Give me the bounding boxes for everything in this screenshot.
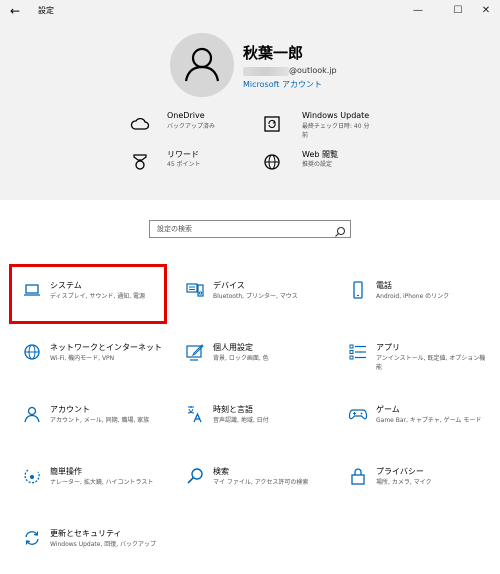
devices-icon [185,280,205,300]
apps-list-icon [348,342,368,362]
category-search[interactable]: 検索 マイ ファイル, アクセス許可の検索 [175,452,325,502]
category-update-security[interactable]: 更新とセキュリティ Windows Update, 回復, バックアップ [12,514,162,564]
category-desc: アカウント, メール, 同期, 職場, 家族 [50,417,150,424]
category-label: 簡単操作 [50,467,82,476]
category-label: プライバシー [376,467,424,476]
medal-icon [130,152,150,172]
maximize-button[interactable]: ☐ [450,3,466,19]
user-name: 秋葉一郎 [243,44,304,62]
time-language-icon [185,404,205,424]
highlight-frame [9,264,167,324]
settings-search-box[interactable]: 設定の検索 [149,220,351,238]
ease-of-access-icon [22,466,42,486]
search-icon [185,466,205,486]
avatar[interactable] [170,33,234,97]
microsoft-account-link[interactable]: Microsoft アカウント [243,79,322,90]
window-title: 設定 [38,6,54,15]
category-label: ネットワークとインターネット [50,343,162,352]
category-label: ゲーム [376,405,400,414]
category-apps[interactable]: アプリ アンインストール, 既定値, オプション機能 [338,328,488,378]
category-label: アプリ [376,343,400,352]
web-browsing-status: 推奨の設定 [302,161,333,168]
category-devices[interactable]: デバイス Bluetooth, プリンター, マウス [175,266,325,316]
category-desc: Game Bar, キャプチャ, ゲーム モード [376,417,482,424]
close-button[interactable]: ✕ [478,3,494,19]
personalize-icon [185,342,205,362]
lock-icon [348,466,368,486]
category-network[interactable]: ネットワークとインターネット Wi-Fi, 機内モード, VPN [12,328,162,378]
category-desc: 場所, カメラ, マイク [376,479,432,486]
gamepad-icon [348,404,368,424]
cloud-icon [130,114,150,134]
web-browsing-label[interactable]: Web 閲覧 [302,149,338,160]
category-label: 検索 [213,467,229,476]
category-desc: アンインストール, 既定値, オプション機能 [376,355,486,371]
minimize-button[interactable]: — [410,3,426,19]
category-label: 個人用設定 [213,343,253,352]
category-gaming[interactable]: ゲーム Game Bar, キャプチャ, ゲーム モード [338,390,488,440]
category-desc: 音声認識, 地域, 日付 [213,417,269,424]
onedrive-label[interactable]: OneDrive [167,111,205,120]
windows-update-label[interactable]: Windows Update [302,111,369,120]
magnifier-icon[interactable] [334,223,346,237]
category-label: アカウント [50,405,90,414]
sync-icon [22,528,42,548]
account-icon [22,404,42,424]
category-label: 電話 [376,281,392,290]
search-placeholder: 設定の検索 [157,225,192,233]
rewards-label[interactable]: リワード [167,149,199,160]
email-domain: @outlook.jp [289,66,337,75]
onedrive-status: バックアップ済み [167,123,216,130]
category-desc: Wi-Fi, 機内モード, VPN [50,355,115,362]
rewards-points: 45 ポイント [167,161,201,168]
email-blurred [243,67,289,76]
globe-icon [262,152,282,172]
category-ease-of-access[interactable]: 簡単操作 ナレーター, 拡大鏡, ハイコントラスト [12,452,162,502]
category-privacy[interactable]: プライバシー 場所, カメラ, マイク [338,452,488,502]
category-desc: Bluetooth, プリンター, マウス [213,293,298,300]
profile-header: 秋葉一郎 @outlook.jp Microsoft アカウント OneDriv… [0,22,500,200]
phone-icon [348,280,368,300]
category-desc: ナレーター, 拡大鏡, ハイコントラスト [50,479,154,486]
category-desc: Windows Update, 回復, バックアップ [50,541,157,548]
person-icon [184,47,220,82]
category-label: 時刻と言語 [213,405,253,414]
category-desc: Android, iPhone のリンク [376,293,450,300]
title-bar: ← 設定 — ☐ ✕ [0,0,500,22]
category-desc: 背景, ロック画面, 色 [213,355,269,362]
back-button[interactable]: ← [10,3,24,19]
category-phone[interactable]: 電話 Android, iPhone のリンク [338,266,488,316]
category-desc: マイ ファイル, アクセス許可の検索 [213,479,309,486]
category-time-language[interactable]: 時刻と言語 音声認識, 地域, 日付 [175,390,325,440]
category-label: デバイス [213,281,245,290]
network-globe-icon [22,342,42,362]
category-accounts[interactable]: アカウント アカウント, メール, 同期, 職場, 家族 [12,390,162,440]
windows-update-status: 最終チェック日時: 40 分前 [302,123,370,139]
update-icon [262,114,282,134]
category-personalization[interactable]: 個人用設定 背景, ロック画面, 色 [175,328,325,378]
category-label: 更新とセキュリティ [50,529,122,538]
